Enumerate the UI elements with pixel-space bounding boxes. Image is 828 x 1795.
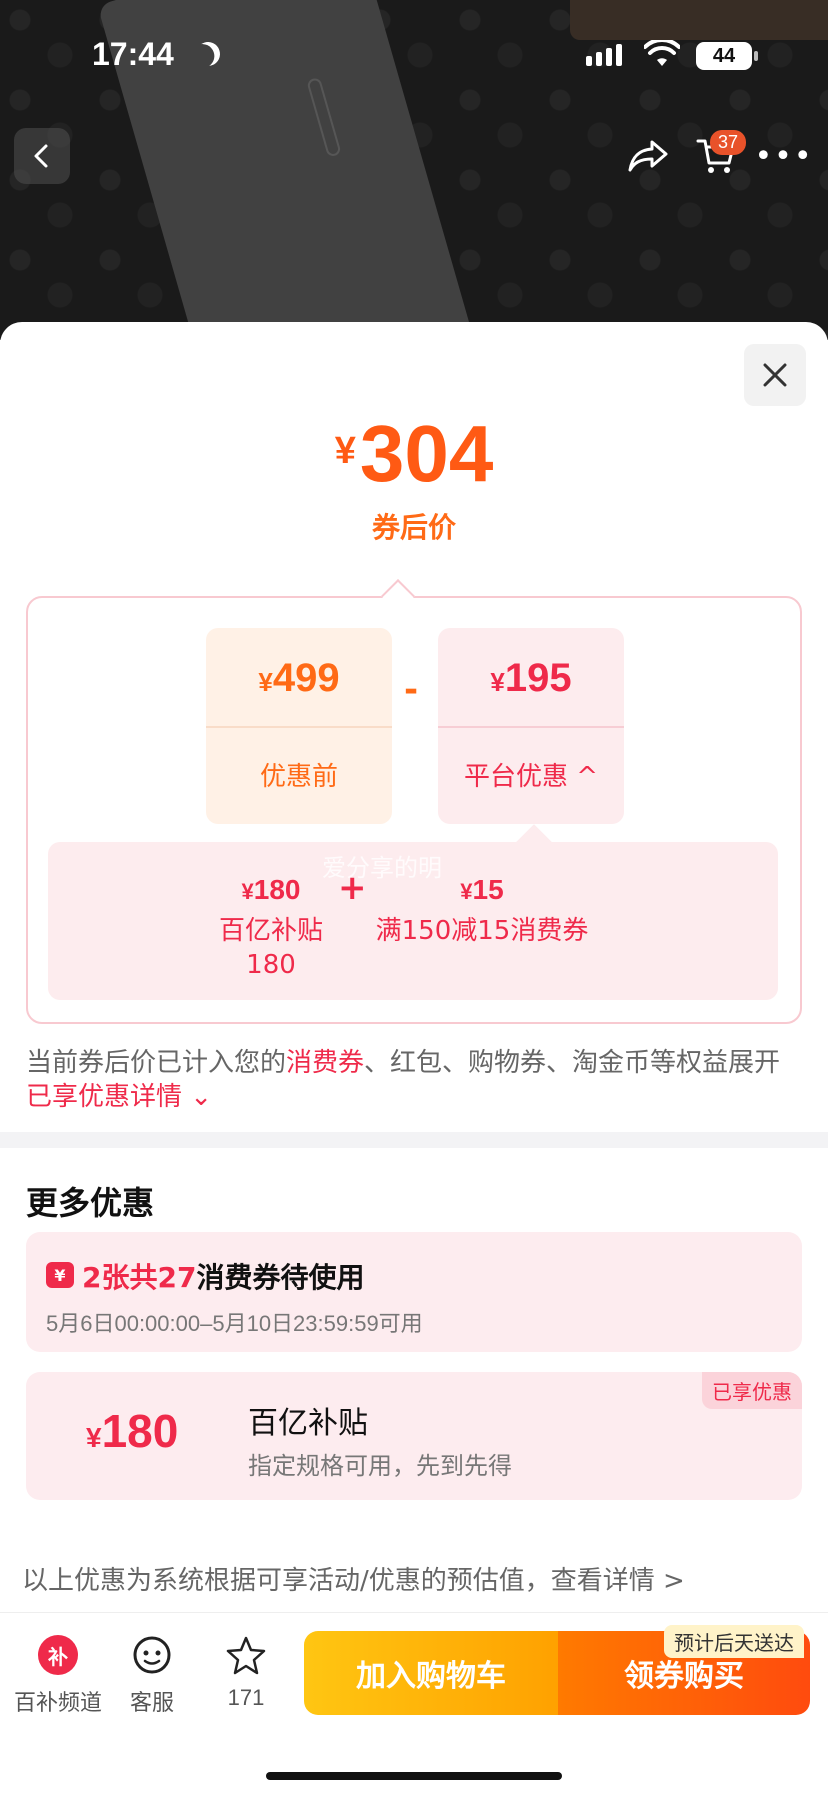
back-button[interactable] xyxy=(14,128,70,184)
subsidy-breakdown-item: ¥180 百亿补贴 180 xyxy=(196,874,346,982)
add-to-cart-button[interactable]: 加入购物车 xyxy=(304,1631,558,1715)
platform-discount: ¥195 xyxy=(490,656,572,700)
enjoyed-badge: 已享优惠 xyxy=(702,1372,802,1409)
platform-discount-label: 平台优惠 ^ xyxy=(463,762,599,792)
cart-count-badge: 37 xyxy=(710,130,747,155)
subsidy-offer-card[interactable]: ¥180 百亿补贴 指定规格可用，先到先得 已享优惠 xyxy=(26,1372,802,1500)
card-divider xyxy=(438,726,624,728)
favorite-count: 171 xyxy=(227,1685,265,1710)
card-divider xyxy=(206,726,392,728)
customer-service-icon xyxy=(130,1633,174,1677)
close-button[interactable] xyxy=(744,344,806,406)
coupon-breakdown-item: ¥15 满150减15消费券 xyxy=(372,874,592,948)
discount-details-link[interactable]: 已享优惠详情 ⌄ xyxy=(26,1082,212,1112)
chevron-left-icon xyxy=(34,144,48,168)
coupon-validity: 5月6日00:00:00–5月10日23:59:59可用 xyxy=(46,1311,423,1336)
original-price: ¥499 xyxy=(258,656,340,700)
signal-icon xyxy=(586,44,622,66)
home-indicator[interactable] xyxy=(266,1772,562,1780)
delivery-estimate-badge: 预计后天送达 xyxy=(664,1625,804,1658)
coupon-icon: ¥ xyxy=(46,1262,74,1288)
share-button[interactable] xyxy=(620,128,676,184)
coupon-name: 满150减15消费券 xyxy=(375,916,589,946)
share-icon xyxy=(628,140,668,172)
original-price-card: ¥499 优惠前 xyxy=(206,628,392,824)
bottom-action-bar: 补 百补频道 客服 171 加入购物车 领券购买 预计后天送达 xyxy=(0,1612,828,1795)
subsidy-channel-tab[interactable]: 补 百补频道 xyxy=(8,1633,108,1717)
status-time: 17:44 xyxy=(92,36,174,72)
wifi-icon xyxy=(644,40,680,66)
section-divider xyxy=(0,1132,828,1148)
price-label: 券后价 xyxy=(371,511,456,544)
subsidy-channel-label: 百补频道 xyxy=(13,1690,102,1715)
minus-sign: - xyxy=(404,670,419,710)
price-currency: ¥ xyxy=(334,430,356,472)
subsidy-subtitle: 指定规格可用，先到先得 xyxy=(248,1452,512,1480)
platform-discount-card[interactable]: ¥195 平台优惠 ^ xyxy=(438,628,624,824)
star-icon xyxy=(224,1633,268,1677)
customer-service-tab[interactable]: 客服 xyxy=(102,1633,202,1717)
close-icon xyxy=(763,363,787,387)
more-offers-title: 更多优惠 xyxy=(26,1184,155,1222)
original-price-label: 优惠前 xyxy=(259,762,338,792)
price-note: 当前券后价已计入您的消费券、红包、购物券、淘金币等权益展开已享优惠详情 ⌄ xyxy=(26,1048,781,1112)
disclaimer-link[interactable]: 以上优惠为系统根据可享活动/优惠的预估值，查看详情 > xyxy=(22,1560,685,1597)
subsidy-channel-icon: 补 xyxy=(36,1633,80,1677)
favorite-tab[interactable]: 171 xyxy=(196,1633,296,1711)
more-icon: ••• xyxy=(754,138,814,174)
subsidy-value: ¥180 xyxy=(241,874,301,905)
coupon-value: ¥15 xyxy=(460,874,504,905)
plus-sign: + xyxy=(338,868,367,908)
subsidy-title: 百亿补贴 xyxy=(248,1406,368,1441)
subsidy-name: 百亿补贴 180 xyxy=(218,916,323,980)
discount-sheet: ¥304 券后价 ¥499 优惠前 - ¥195 平台优惠 ^ 爱分享的明 ¥1… xyxy=(0,322,828,1795)
final-price: ¥304 xyxy=(0,408,828,500)
subsidy-amount: ¥180 xyxy=(86,1405,179,1457)
coupon-offer-card[interactable]: ¥ 2张共27消费券待使用 5月6日00:00:00–5月10日23:59:59… xyxy=(26,1232,802,1352)
customer-service-label: 客服 xyxy=(129,1690,174,1715)
more-button[interactable]: ••• xyxy=(754,128,814,184)
consumer-coupon-link[interactable]: 消费券 xyxy=(286,1048,364,1078)
price-value: 304 xyxy=(359,409,494,498)
battery-icon: 44 xyxy=(696,42,758,70)
coupon-title: 2张共27消费券待使用 xyxy=(82,1261,365,1294)
product-image-backdrop: 17:44 44 37 ••• xyxy=(0,0,828,340)
